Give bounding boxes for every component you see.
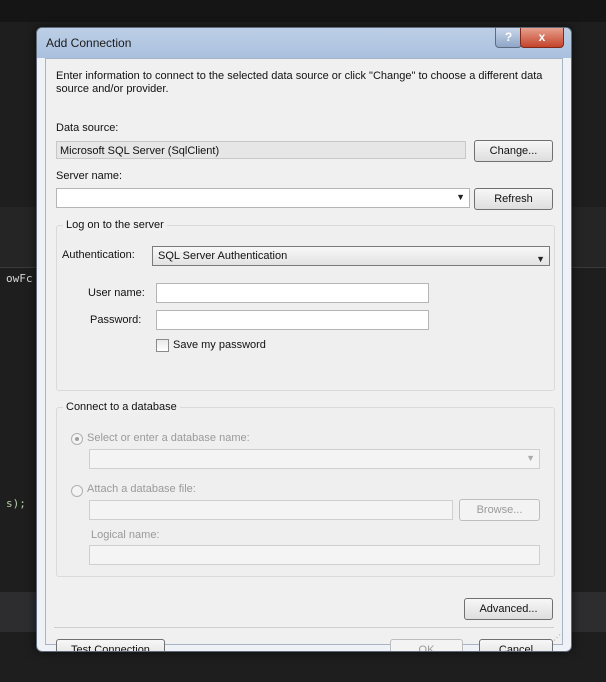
authentication-value: SQL Server Authentication — [158, 250, 288, 262]
save-password-label[interactable]: Save my password — [173, 339, 266, 351]
footer-separator — [54, 627, 554, 628]
add-connection-dialog: Add Connection ? x Enter information to … — [36, 27, 572, 652]
code-fragment: s); — [6, 497, 26, 510]
dropdown-arrow-icon[interactable]: ▼ — [456, 192, 465, 202]
help-button[interactable]: ? — [495, 28, 522, 48]
database-file-input[interactable] — [89, 500, 453, 520]
ok-button[interactable]: OK — [390, 639, 463, 651]
logical-name-input[interactable] — [89, 545, 540, 565]
database-group: Connect to a database Select or enter a … — [56, 401, 555, 577]
database-group-title: Connect to a database — [63, 401, 180, 413]
select-database-radio[interactable] — [71, 433, 83, 445]
refresh-button[interactable]: Refresh — [474, 188, 553, 210]
change-button[interactable]: Change... — [474, 140, 553, 162]
editor-top-strip — [0, 0, 606, 22]
intro-text: Enter information to connect to the sele… — [56, 70, 543, 95]
save-password-checkbox[interactable] — [156, 339, 169, 352]
advanced-button[interactable]: Advanced... — [464, 598, 553, 620]
dropdown-arrow-icon[interactable]: ▼ — [526, 453, 535, 463]
logon-group: Log on to the server Authentication: SQL… — [56, 219, 555, 391]
authentication-select[interactable]: SQL Server Authentication ▼ — [152, 246, 550, 266]
database-name-combo[interactable]: ▼ — [89, 449, 540, 469]
server-name-combo[interactable]: ▼ — [56, 188, 470, 208]
dialog-title: Add Connection — [46, 36, 132, 50]
logical-name-label: Logical name: — [91, 529, 160, 541]
dropdown-arrow-icon[interactable]: ▼ — [536, 250, 545, 268]
dialog-client-area: Enter information to connect to the sele… — [45, 58, 563, 651]
attach-file-radio[interactable] — [71, 485, 83, 497]
browse-button[interactable]: Browse... — [459, 499, 540, 521]
test-connection-button[interactable]: Test Connection — [56, 639, 165, 651]
dialog-titlebar[interactable]: Add Connection ? x — [37, 28, 571, 58]
password-input[interactable] — [156, 310, 429, 330]
server-name-label: Server name: — [56, 170, 123, 182]
logon-group-title: Log on to the server — [63, 219, 167, 231]
data-source-label: Data source: — [56, 122, 119, 134]
attach-file-label[interactable]: Attach a database file: — [87, 483, 196, 495]
select-database-label[interactable]: Select or enter a database name: — [87, 432, 250, 444]
authentication-label: Authentication: — [62, 249, 135, 261]
password-label: Password: — [90, 314, 142, 326]
resize-grip-icon[interactable]: ⋰ — [553, 633, 561, 642]
code-fragment: owFc — [6, 272, 33, 285]
data-source-field: Microsoft SQL Server (SqlClient) — [56, 141, 466, 159]
close-button[interactable]: x — [520, 28, 564, 48]
cancel-button[interactable]: Cancel — [479, 639, 553, 651]
username-label: User name: — [88, 287, 145, 299]
username-input[interactable] — [156, 283, 429, 303]
